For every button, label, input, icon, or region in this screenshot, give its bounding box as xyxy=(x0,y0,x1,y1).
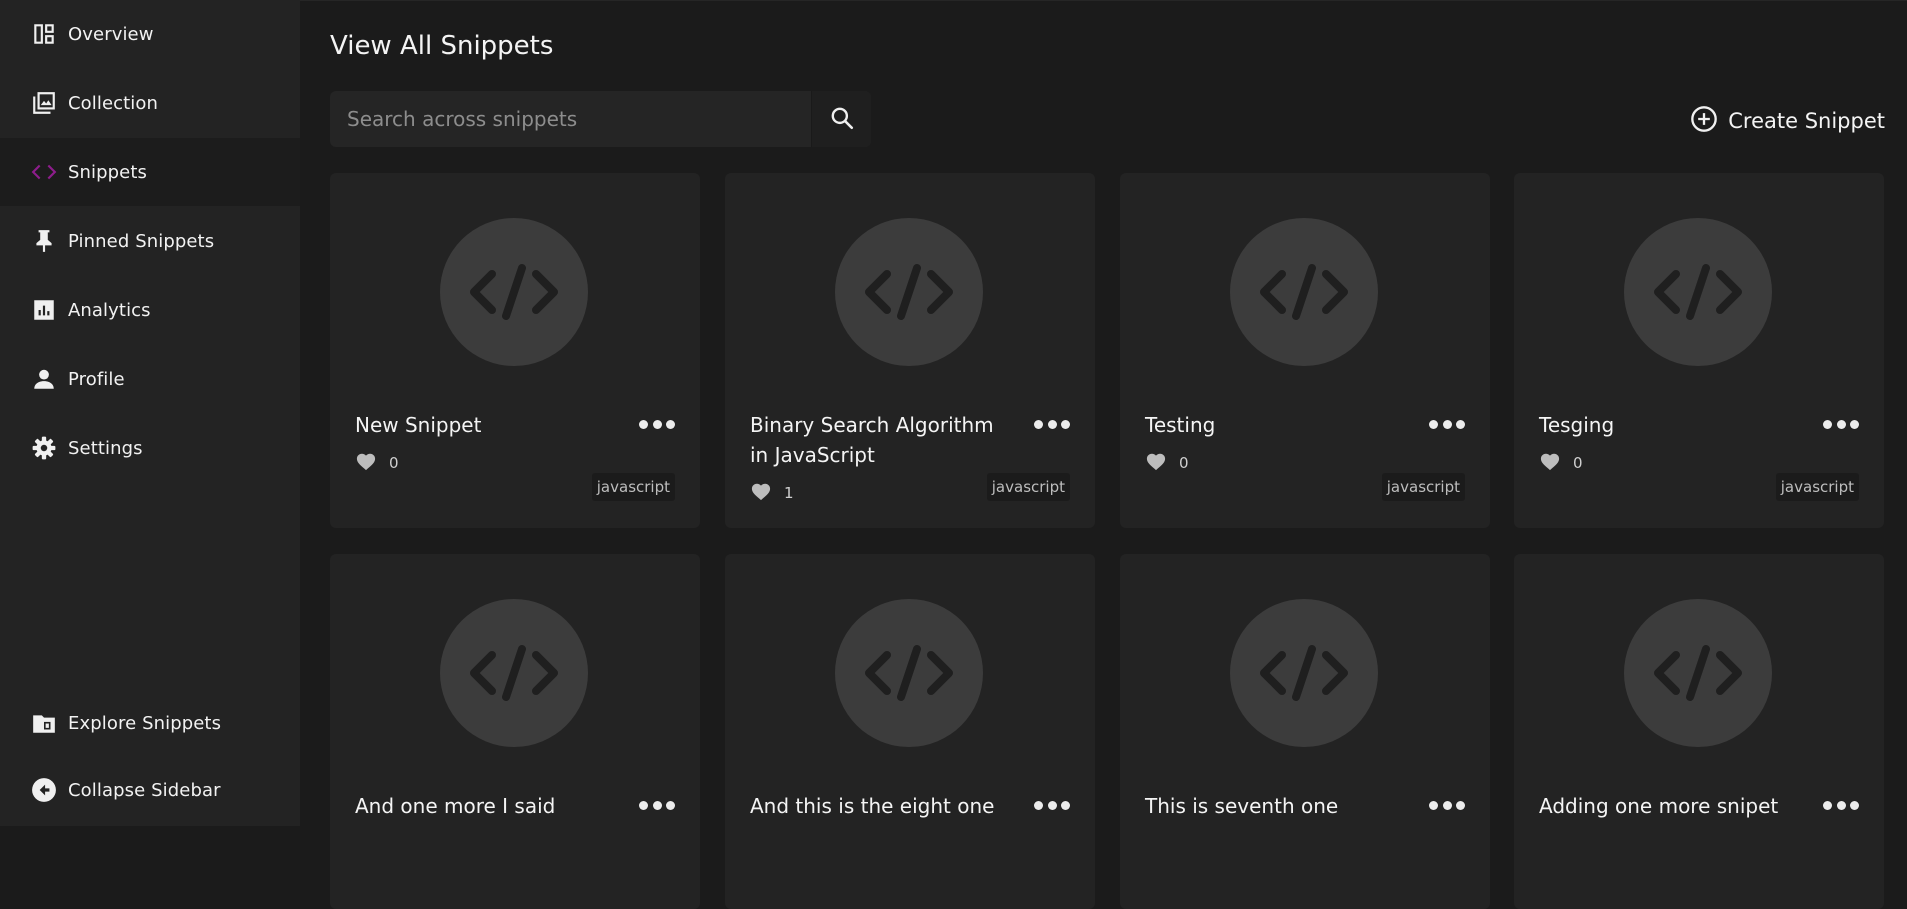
like-button[interactable]: 0 xyxy=(1539,451,1583,475)
sidebar-item-settings[interactable]: Settings xyxy=(0,414,300,482)
sidebar-item-label: Collapse Sidebar xyxy=(68,779,221,801)
more-options-button[interactable] xyxy=(1429,794,1465,816)
sidebar-item-collection[interactable]: Collection xyxy=(0,69,300,137)
analytics-icon xyxy=(31,297,57,323)
code-icon xyxy=(1230,599,1378,747)
collapse-icon xyxy=(31,777,57,803)
code-icon xyxy=(1624,218,1772,366)
search-input[interactable] xyxy=(330,91,811,147)
create-snippet-label: Create Snippet xyxy=(1728,109,1885,133)
sidebar-item-label: Overview xyxy=(68,23,154,45)
more-options-button[interactable] xyxy=(639,794,675,816)
sidebar-item-label: Analytics xyxy=(68,299,151,321)
sidebar-item-explore-snippets[interactable]: Explore Snippets xyxy=(0,689,300,757)
snippet-title: Tesging xyxy=(1539,413,1615,437)
snippet-title: New Snippet xyxy=(355,413,482,437)
sidebar-item-pinned-snippets[interactable]: Pinned Snippets xyxy=(0,207,300,275)
sidebar-item-profile[interactable]: Profile xyxy=(0,345,300,413)
language-badge: javascript xyxy=(986,473,1070,501)
snippet-title: Binary Search Algorithm in JavaScript xyxy=(750,413,994,467)
like-count: 0 xyxy=(1179,454,1189,472)
heart-icon xyxy=(1145,451,1167,475)
code-icon xyxy=(835,218,983,366)
more-options-button[interactable] xyxy=(1034,413,1070,435)
snippet-card[interactable]: And this is the eight one xyxy=(725,554,1095,909)
sidebar-item-label: Explore Snippets xyxy=(68,712,222,734)
like-count: 0 xyxy=(389,454,399,472)
sidebar-item-label: Pinned Snippets xyxy=(68,230,215,252)
snippet-title: Adding one more snipet xyxy=(1539,794,1779,818)
code-icon xyxy=(835,599,983,747)
sidebar-item-label: Profile xyxy=(68,368,125,390)
dashboard-icon xyxy=(31,21,57,47)
sidebar-item-label: Snippets xyxy=(68,161,147,183)
snippet-title: This is seventh one xyxy=(1145,794,1339,818)
app-root: Overview Collection Snippets Pinned Snip… xyxy=(0,0,1907,909)
sidebar-item-analytics[interactable]: Analytics xyxy=(0,276,300,344)
sidebar-item-collapse-sidebar[interactable]: Collapse Sidebar xyxy=(0,756,300,824)
search-bar xyxy=(330,91,871,147)
snippet-title: And one more I said xyxy=(355,794,556,818)
language-badge: javascript xyxy=(591,473,675,501)
code-icon xyxy=(1624,599,1772,747)
snippet-title: And this is the eight one xyxy=(750,794,995,818)
snippet-card[interactable]: Binary Search Algorithm in JavaScript 1 … xyxy=(725,173,1095,528)
more-options-button[interactable] xyxy=(1034,794,1070,816)
snippet-card[interactable]: This is seventh one xyxy=(1120,554,1490,909)
snippet-card[interactable]: Tesging 0 javascript xyxy=(1514,173,1884,528)
page-title: View All Snippets xyxy=(330,31,554,61)
like-button[interactable]: 0 xyxy=(1145,451,1189,475)
search-button[interactable] xyxy=(811,91,871,147)
heart-icon xyxy=(1539,451,1561,475)
heart-icon xyxy=(750,481,772,505)
plus-circle-icon xyxy=(1690,105,1718,137)
like-count: 1 xyxy=(784,484,794,502)
language-badge: javascript xyxy=(1775,473,1859,501)
sidebar: Overview Collection Snippets Pinned Snip… xyxy=(0,0,300,826)
sidebar-item-label: Settings xyxy=(68,437,143,459)
sidebar-item-overview[interactable]: Overview xyxy=(0,0,300,68)
create-snippet-button[interactable]: Create Snippet xyxy=(1690,105,1885,137)
code-icon xyxy=(31,159,57,185)
collection-icon xyxy=(31,90,57,116)
search-icon xyxy=(829,105,855,134)
code-icon xyxy=(440,218,588,366)
like-count: 0 xyxy=(1573,454,1583,472)
heart-icon xyxy=(355,451,377,475)
snippet-card[interactable]: Adding one more snipet xyxy=(1514,554,1884,909)
sidebar-item-snippets[interactable]: Snippets xyxy=(0,138,300,206)
code-icon xyxy=(440,599,588,747)
like-button[interactable]: 0 xyxy=(355,451,399,475)
language-badge: javascript xyxy=(1381,473,1465,501)
more-options-button[interactable] xyxy=(1823,794,1859,816)
sidebar-item-label: Collection xyxy=(68,92,159,114)
main-content: View All Snippets Create Snippet New Sni… xyxy=(300,0,1907,909)
person-icon xyxy=(31,366,57,392)
snippet-title: Testing xyxy=(1145,413,1216,437)
more-options-button[interactable] xyxy=(1429,413,1465,435)
snippet-card[interactable]: Testing 0 javascript xyxy=(1120,173,1490,528)
snippet-card[interactable]: And one more I said xyxy=(330,554,700,909)
snippet-card[interactable]: New Snippet 0 javascript xyxy=(330,173,700,528)
like-button[interactable]: 1 xyxy=(750,481,794,505)
more-options-button[interactable] xyxy=(639,413,675,435)
code-icon xyxy=(1230,218,1378,366)
pin-icon xyxy=(31,228,57,254)
gear-icon xyxy=(31,435,57,461)
more-options-button[interactable] xyxy=(1823,413,1859,435)
folder-icon xyxy=(31,710,57,736)
